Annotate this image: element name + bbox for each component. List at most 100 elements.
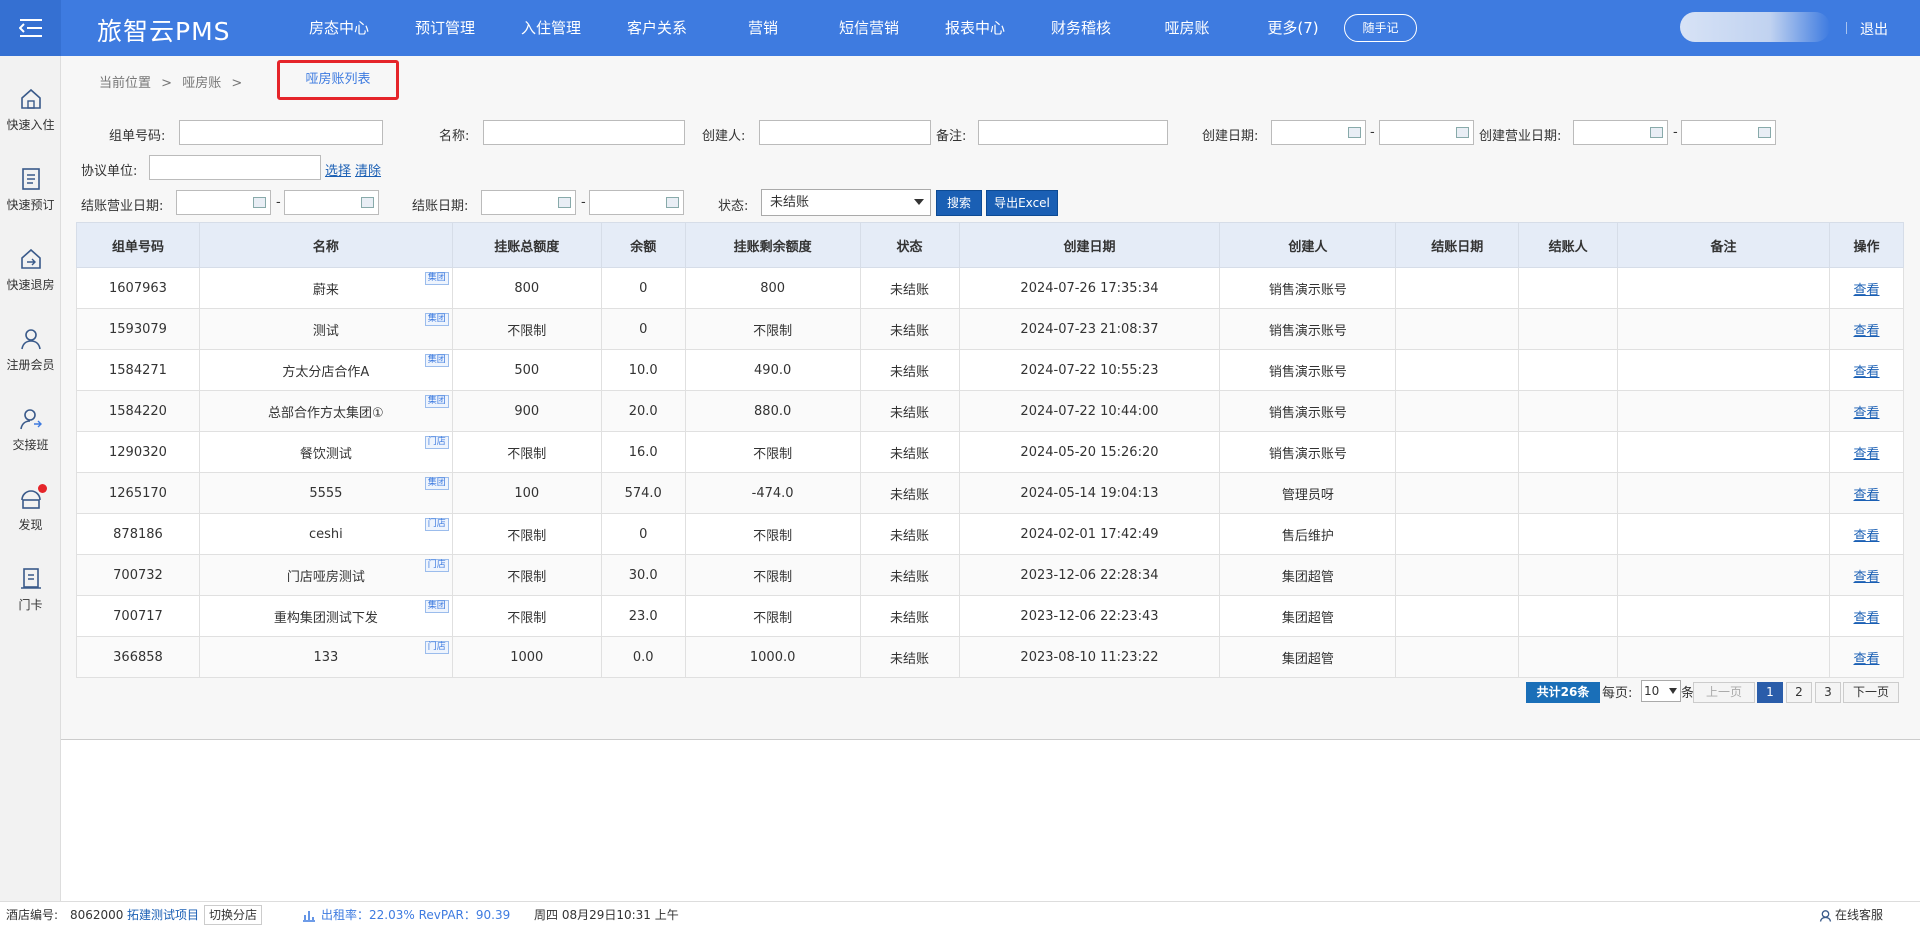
cell-creator: 销售演示账号 xyxy=(1219,308,1397,350)
col-header: 备注 xyxy=(1617,222,1830,268)
tab-dummy-account-list[interactable]: 哑房账列表 xyxy=(277,60,399,100)
project-link[interactable]: 拓建测试项目 xyxy=(127,902,199,928)
view-link[interactable]: 查看 xyxy=(1828,554,1905,596)
export-excel-button[interactable]: 导出Excel xyxy=(986,190,1058,216)
nav-finance-audit[interactable]: 财务稽核 xyxy=(1028,0,1134,56)
checkout-date-to[interactable] xyxy=(589,190,684,215)
sidebar-item-quick-checkin[interactable]: 快速入住 xyxy=(0,86,61,133)
cell-created-date: 2023-12-06 22:28:34 xyxy=(958,554,1221,596)
view-link-label[interactable]: 查看 xyxy=(1853,529,1879,544)
next-page-button[interactable]: 下一页 xyxy=(1843,682,1899,703)
cell-group-no: 1265170 xyxy=(76,472,200,514)
remark-input[interactable] xyxy=(978,120,1168,145)
cell-checkout-by xyxy=(1518,390,1619,432)
agreement-unit-input[interactable] xyxy=(149,155,321,180)
create-date-to[interactable] xyxy=(1379,120,1474,145)
cell-status: 未结账 xyxy=(859,636,960,678)
name-input[interactable] xyxy=(483,120,685,145)
cell-balance: 20.0 xyxy=(600,390,686,432)
view-link[interactable]: 查看 xyxy=(1828,472,1905,514)
menu-toggle-icon[interactable] xyxy=(0,0,61,56)
online-service-link[interactable]: 在线客服 xyxy=(1835,902,1883,928)
nav-sms-marketing[interactable]: 短信营销 xyxy=(816,0,922,56)
view-link[interactable]: 查看 xyxy=(1828,308,1905,350)
creator-label: 创建人: xyxy=(702,129,746,144)
cell-created-date: 2024-07-23 21:08:37 xyxy=(958,308,1221,350)
breadcrumb-item[interactable]: 哑房账 xyxy=(182,76,221,91)
page-1-button[interactable]: 1 xyxy=(1757,682,1783,703)
creator-input[interactable] xyxy=(759,120,931,145)
per-page-select[interactable]: 10 xyxy=(1641,680,1681,702)
nav-dummy-account[interactable]: 哑房账 xyxy=(1134,0,1241,56)
note-button[interactable]: 随手记 xyxy=(1344,14,1417,42)
checkout-biz-date-to[interactable] xyxy=(284,190,379,215)
cell-balance: 0 xyxy=(600,513,686,555)
nav-reports[interactable]: 报表中心 xyxy=(922,0,1028,56)
cell-checkout-date xyxy=(1395,554,1520,596)
cell-status: 未结账 xyxy=(859,390,960,432)
user-avatar[interactable] xyxy=(1680,12,1830,42)
page-3-button[interactable]: 3 xyxy=(1815,682,1841,703)
group-no-input[interactable] xyxy=(179,120,383,145)
create-biz-date-to[interactable] xyxy=(1681,120,1776,145)
sidebar-item-shift-handover[interactable]: 交接班 xyxy=(0,406,61,453)
cell-remaining-limit: 不限制 xyxy=(684,554,861,596)
sidebar-item-quick-booking[interactable]: 快速预订 xyxy=(0,166,61,213)
nav-room-status[interactable]: 房态中心 xyxy=(286,0,392,56)
prev-page-button[interactable]: 上一页 xyxy=(1693,682,1755,703)
view-link[interactable]: 查看 xyxy=(1828,267,1905,309)
account-name: 蔚来 xyxy=(312,282,339,298)
cell-name: 测试 集团 xyxy=(198,308,453,350)
cell-creator: 售后维护 xyxy=(1219,513,1397,555)
checkout-date-from[interactable] xyxy=(481,190,576,215)
account-name: 重构集团测试下发 xyxy=(273,610,378,626)
view-link-label[interactable]: 查看 xyxy=(1853,611,1879,626)
search-button[interactable]: 搜索 xyxy=(936,190,982,216)
sidebar-item-register-member[interactable]: 注册会员 xyxy=(0,326,61,373)
checkout-biz-date-from[interactable] xyxy=(176,190,271,215)
status-select[interactable]: 未结账 xyxy=(761,189,931,216)
col-header: 余额 xyxy=(600,222,686,268)
view-link[interactable]: 查看 xyxy=(1828,431,1905,473)
view-link[interactable]: 查看 xyxy=(1828,349,1905,391)
cell-created-date: 2024-02-01 17:42:49 xyxy=(958,513,1221,555)
nav-marketing[interactable]: 营销 xyxy=(710,0,816,56)
calendar-icon xyxy=(1456,127,1469,138)
sidebar-item-quick-checkout[interactable]: 快速退房 xyxy=(0,246,61,293)
chevron-down-icon xyxy=(1669,688,1677,694)
select-link[interactable]: 选择 xyxy=(325,160,351,179)
view-link-label[interactable]: 查看 xyxy=(1853,488,1879,503)
page-2-button[interactable]: 2 xyxy=(1786,682,1812,703)
cell-creator: 集团超管 xyxy=(1219,595,1397,637)
view-link[interactable]: 查看 xyxy=(1828,390,1905,432)
view-link[interactable]: 查看 xyxy=(1828,513,1905,555)
type-badge: 集团 xyxy=(424,395,449,408)
nav-checkin[interactable]: 入住管理 xyxy=(498,0,604,56)
col-header: 创建人 xyxy=(1219,222,1397,268)
logout-link[interactable]: 退出 xyxy=(1860,19,1888,39)
nav-crm[interactable]: 客户关系 xyxy=(604,0,710,56)
view-link-label[interactable]: 查看 xyxy=(1853,652,1879,667)
view-link-label[interactable]: 查看 xyxy=(1853,406,1879,421)
create-date-from[interactable] xyxy=(1271,120,1366,145)
view-link-label[interactable]: 查看 xyxy=(1853,570,1879,585)
nav-more[interactable]: 更多(7) xyxy=(1240,0,1346,56)
create-biz-date-from[interactable] xyxy=(1573,120,1668,145)
sidebar-item-discover[interactable]: 发现 xyxy=(0,484,61,533)
brand-logo: 旅智云PMS xyxy=(97,17,231,46)
cell-creator: 销售演示账号 xyxy=(1219,431,1397,473)
clear-link[interactable]: 清除 xyxy=(355,160,381,179)
view-link[interactable]: 查看 xyxy=(1828,595,1905,637)
cell-creator: 销售演示账号 xyxy=(1219,349,1397,391)
view-link-label[interactable]: 查看 xyxy=(1853,324,1879,339)
view-link-label[interactable]: 查看 xyxy=(1853,365,1879,380)
view-link-label[interactable]: 查看 xyxy=(1853,447,1879,462)
view-link[interactable]: 查看 xyxy=(1828,636,1905,678)
view-link-label[interactable]: 查看 xyxy=(1853,283,1879,298)
nav-reservation[interactable]: 预订管理 xyxy=(392,0,498,56)
sidebar-item-room-card[interactable]: 门卡 xyxy=(0,566,61,613)
switch-branch-button[interactable]: 切换分店 xyxy=(204,905,263,925)
cell-status: 未结账 xyxy=(859,308,960,350)
occupancy-rate[interactable]: 出租率：22.03% RevPAR：90.39 xyxy=(321,902,510,928)
cell-balance: 574.0 xyxy=(600,472,686,514)
